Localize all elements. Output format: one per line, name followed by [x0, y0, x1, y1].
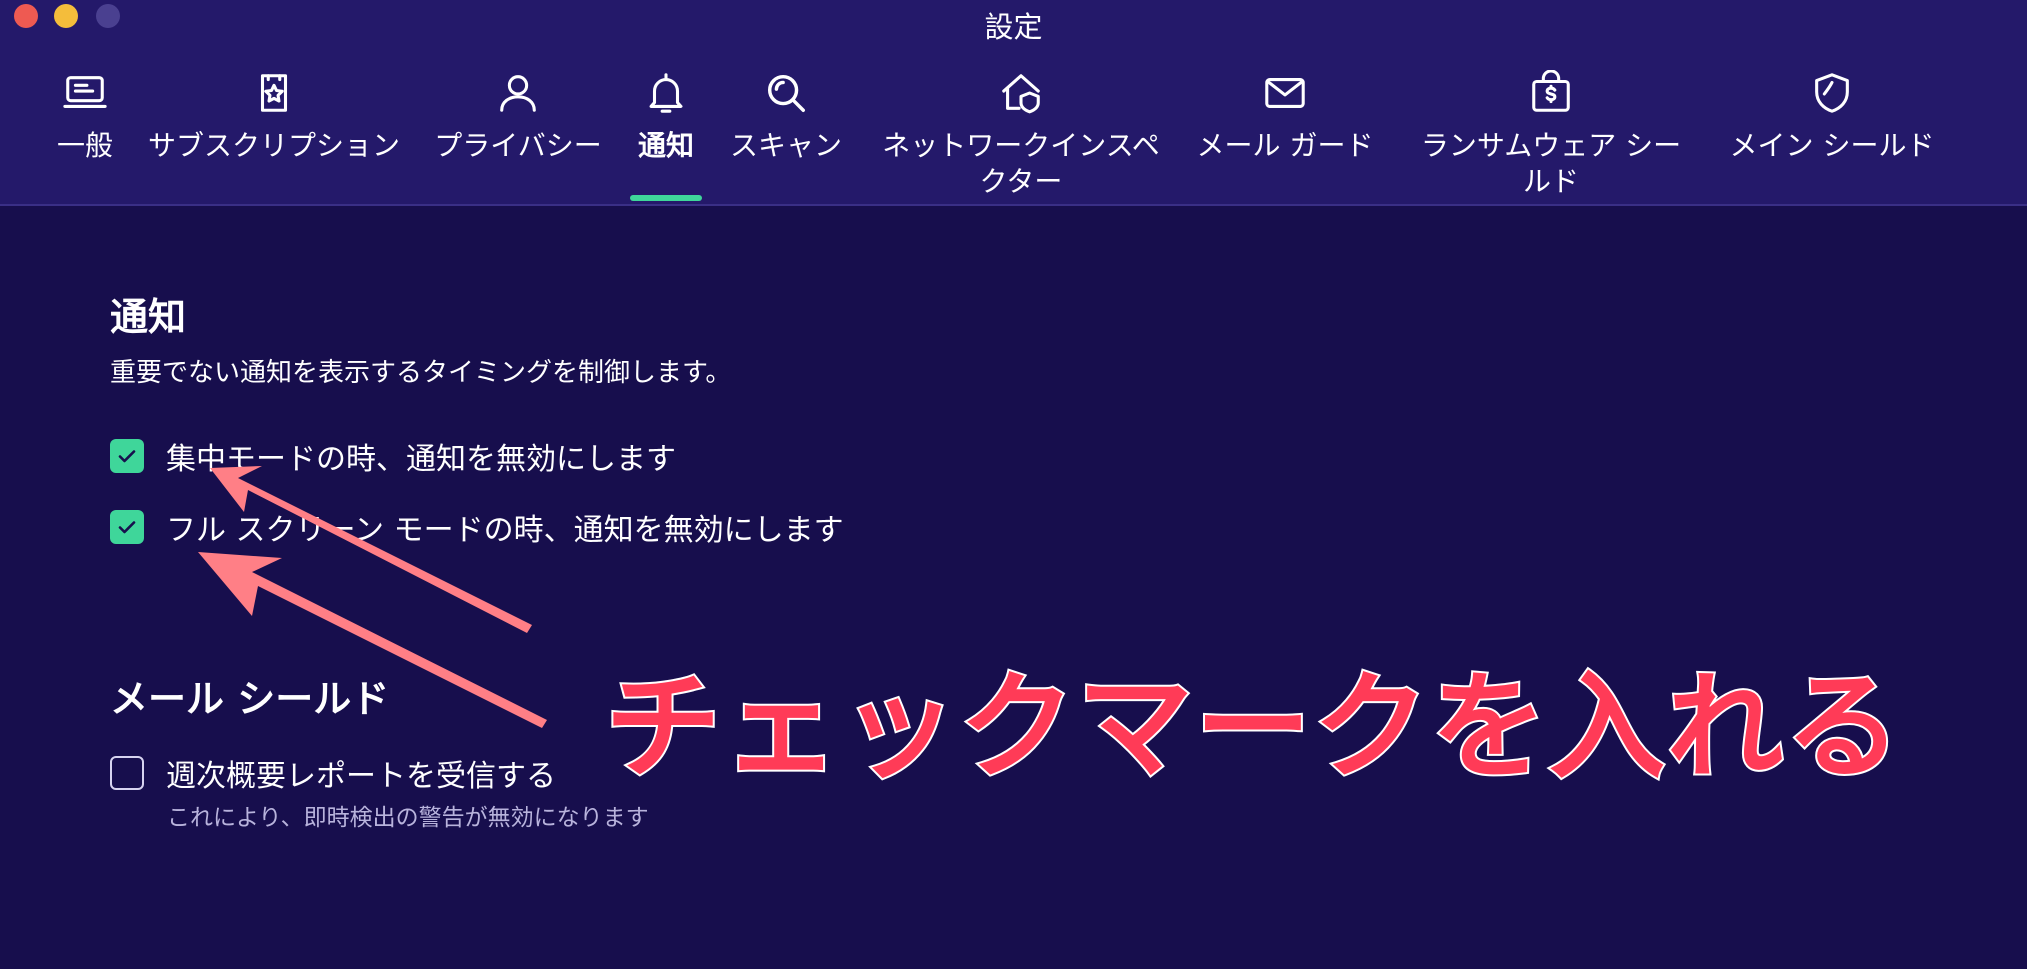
annotation-text: チェックマークを入れる	[603, 658, 1903, 797]
annotation-arrows	[198, 466, 547, 728]
annotation-arrow-top	[210, 466, 532, 633]
annotation-arrow-bottom	[198, 552, 547, 728]
